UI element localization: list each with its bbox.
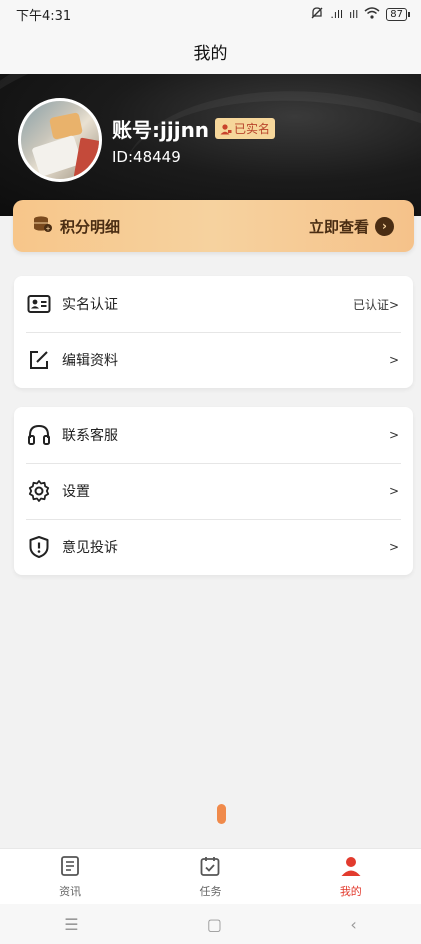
menu-label: 意见投诉 <box>62 540 118 556</box>
user-id: ID:48449 <box>112 148 181 166</box>
points-label: 积分明细 <box>60 217 121 236</box>
headset-icon <box>26 422 52 448</box>
user-icon <box>340 855 362 880</box>
coins-icon: + <box>33 215 53 237</box>
verified-badge-label: 已实名 <box>234 122 271 136</box>
view-points-label: 立即查看 <box>308 217 369 236</box>
menu-label: 实名认证 <box>62 297 118 313</box>
back-icon[interactable]: ‹ <box>350 915 356 934</box>
status-bar: 下午4:31 .ıll ıll 87 <box>0 0 421 28</box>
svg-text:+: + <box>45 226 50 233</box>
gear-icon <box>26 478 52 504</box>
chevron-right-icon: > <box>388 540 399 554</box>
chevron-right-icon: > <box>388 428 399 442</box>
points-detail-card[interactable]: + 积分明细 立即查看 › <box>13 200 414 252</box>
chevron-right-circle-icon: › <box>375 216 394 236</box>
tab-label: 任务 <box>199 884 222 898</box>
support-menu-card: 联系客服 > 设置 > 意见投诉 > <box>14 407 413 575</box>
tab-news[interactable]: 资讯 <box>0 849 140 904</box>
page-title: 我的 <box>193 43 228 64</box>
avatar-photo-detail <box>49 112 83 140</box>
chevron-right-icon: > <box>388 484 399 498</box>
shield-alert-icon <box>26 534 52 560</box>
scroll-indicator <box>217 804 226 824</box>
chevron-right-icon: > <box>388 353 399 367</box>
menu-item-settings[interactable]: 设置 > <box>14 463 413 519</box>
mute-icon <box>310 6 324 23</box>
wifi-icon <box>364 6 380 22</box>
account-name: 账号:jjjnn <box>112 118 210 142</box>
avatar[interactable] <box>18 98 102 182</box>
menu-item-real-name[interactable]: 实名认证 已认证> <box>14 276 413 332</box>
id-card-icon <box>26 291 52 317</box>
view-points-button[interactable]: 立即查看 › <box>309 216 394 237</box>
menu-item-customer-service[interactable]: 联系客服 > <box>14 407 413 463</box>
document-icon <box>59 855 81 880</box>
menu-label: 设置 <box>62 484 90 500</box>
menu-label: 编辑资料 <box>62 353 118 369</box>
account-menu-card: 实名认证 已认证> 编辑资料 > <box>14 276 413 388</box>
tab-tasks[interactable]: 任务 <box>140 849 280 904</box>
menu-label: 联系客服 <box>62 428 118 444</box>
menu-item-feedback[interactable]: 意见投诉 > <box>14 519 413 575</box>
signal-icon-2: ıll <box>349 7 359 21</box>
tab-label: 资讯 <box>59 884 82 898</box>
menu-value: 已认证> <box>352 297 399 312</box>
tab-mine[interactable]: 我的 <box>281 849 421 904</box>
user-badge-icon <box>220 123 232 134</box>
nav-bar: 我的 <box>0 28 421 74</box>
edit-icon <box>26 347 52 373</box>
tab-label: 我的 <box>339 884 362 898</box>
bottom-tab-bar: 资讯 任务 我的 <box>0 848 421 904</box>
signal-icon-1: .ıll <box>330 7 344 21</box>
battery-icon: 87 <box>386 7 410 21</box>
status-time: 下午4:31 <box>16 8 72 24</box>
menu-icon[interactable]: ☰ <box>64 915 78 934</box>
status-icons: .ıll ıll 87 <box>310 6 410 23</box>
profile-header: 账号:jjjnn 已实名 ID:48449 <box>0 74 421 216</box>
verified-badge: 已实名 <box>215 118 276 139</box>
points-left: + 积分明细 <box>33 215 120 237</box>
calendar-check-icon <box>199 855 221 880</box>
menu-item-edit-profile[interactable]: 编辑资料 > <box>14 332 413 388</box>
system-navigation-bar: ☰ ▢ ‹ <box>0 904 421 944</box>
account-line: 账号:jjjnn 已实名 <box>112 114 276 143</box>
home-icon[interactable]: ▢ <box>207 915 222 934</box>
